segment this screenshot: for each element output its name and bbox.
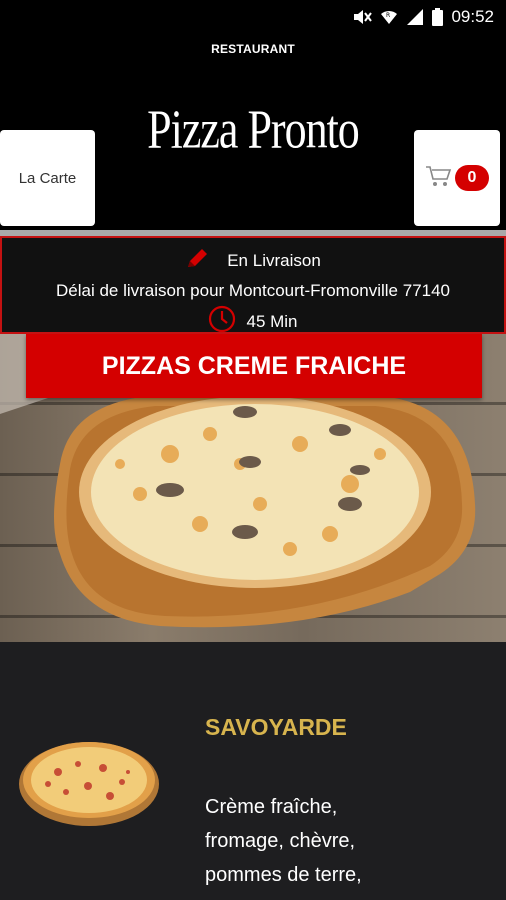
status-bar: R 09:52	[0, 0, 506, 34]
signal-icon	[406, 8, 424, 26]
header: RESTAURANT Pizza Pronto La Carte 0	[0, 34, 506, 230]
delivery-mode: En Livraison	[227, 250, 321, 270]
menu-button[interactable]: La Carte	[0, 130, 95, 226]
cart-count-badge: 0	[455, 165, 489, 191]
category-banner[interactable]: PIZZAS CREME FRAICHE	[26, 334, 482, 398]
status-time: 09:52	[451, 7, 494, 26]
delivery-info[interactable]: En Livraison Délai de livraison pour Mon…	[0, 236, 506, 334]
cart-icon	[425, 164, 453, 193]
product-description-line: Crème fraîche,	[205, 796, 338, 818]
product-description-line: pommes de terre,	[205, 864, 362, 886]
battery-icon	[432, 8, 444, 26]
product-description: Crème fraîche, fromage, chèvre, pommes d…	[205, 790, 485, 900]
product-card[interactable]: SAVOYARDE Crème fraîche, fromage, chèvre…	[0, 642, 506, 900]
pencil-icon	[185, 246, 211, 275]
cart-button[interactable]: 0	[414, 130, 500, 226]
product-description-line: fromage, chèvre,	[205, 830, 356, 852]
category-hero-image[interactable]: PIZZAS CREME FRAICHE	[0, 334, 506, 642]
wifi-icon: R	[380, 8, 398, 26]
delivery-time: 45 Min	[246, 311, 298, 331]
product-description-line: lardons	[205, 892, 485, 900]
svg-text:R: R	[386, 12, 390, 19]
restaurant-label: RESTAURANT	[211, 42, 295, 56]
delivery-zone: Délai de livraison pour Montcourt-Fromon…	[55, 281, 451, 300]
mute-icon	[352, 8, 373, 26]
product-name: SAVOYARDE	[205, 714, 347, 740]
product-image	[19, 742, 159, 826]
